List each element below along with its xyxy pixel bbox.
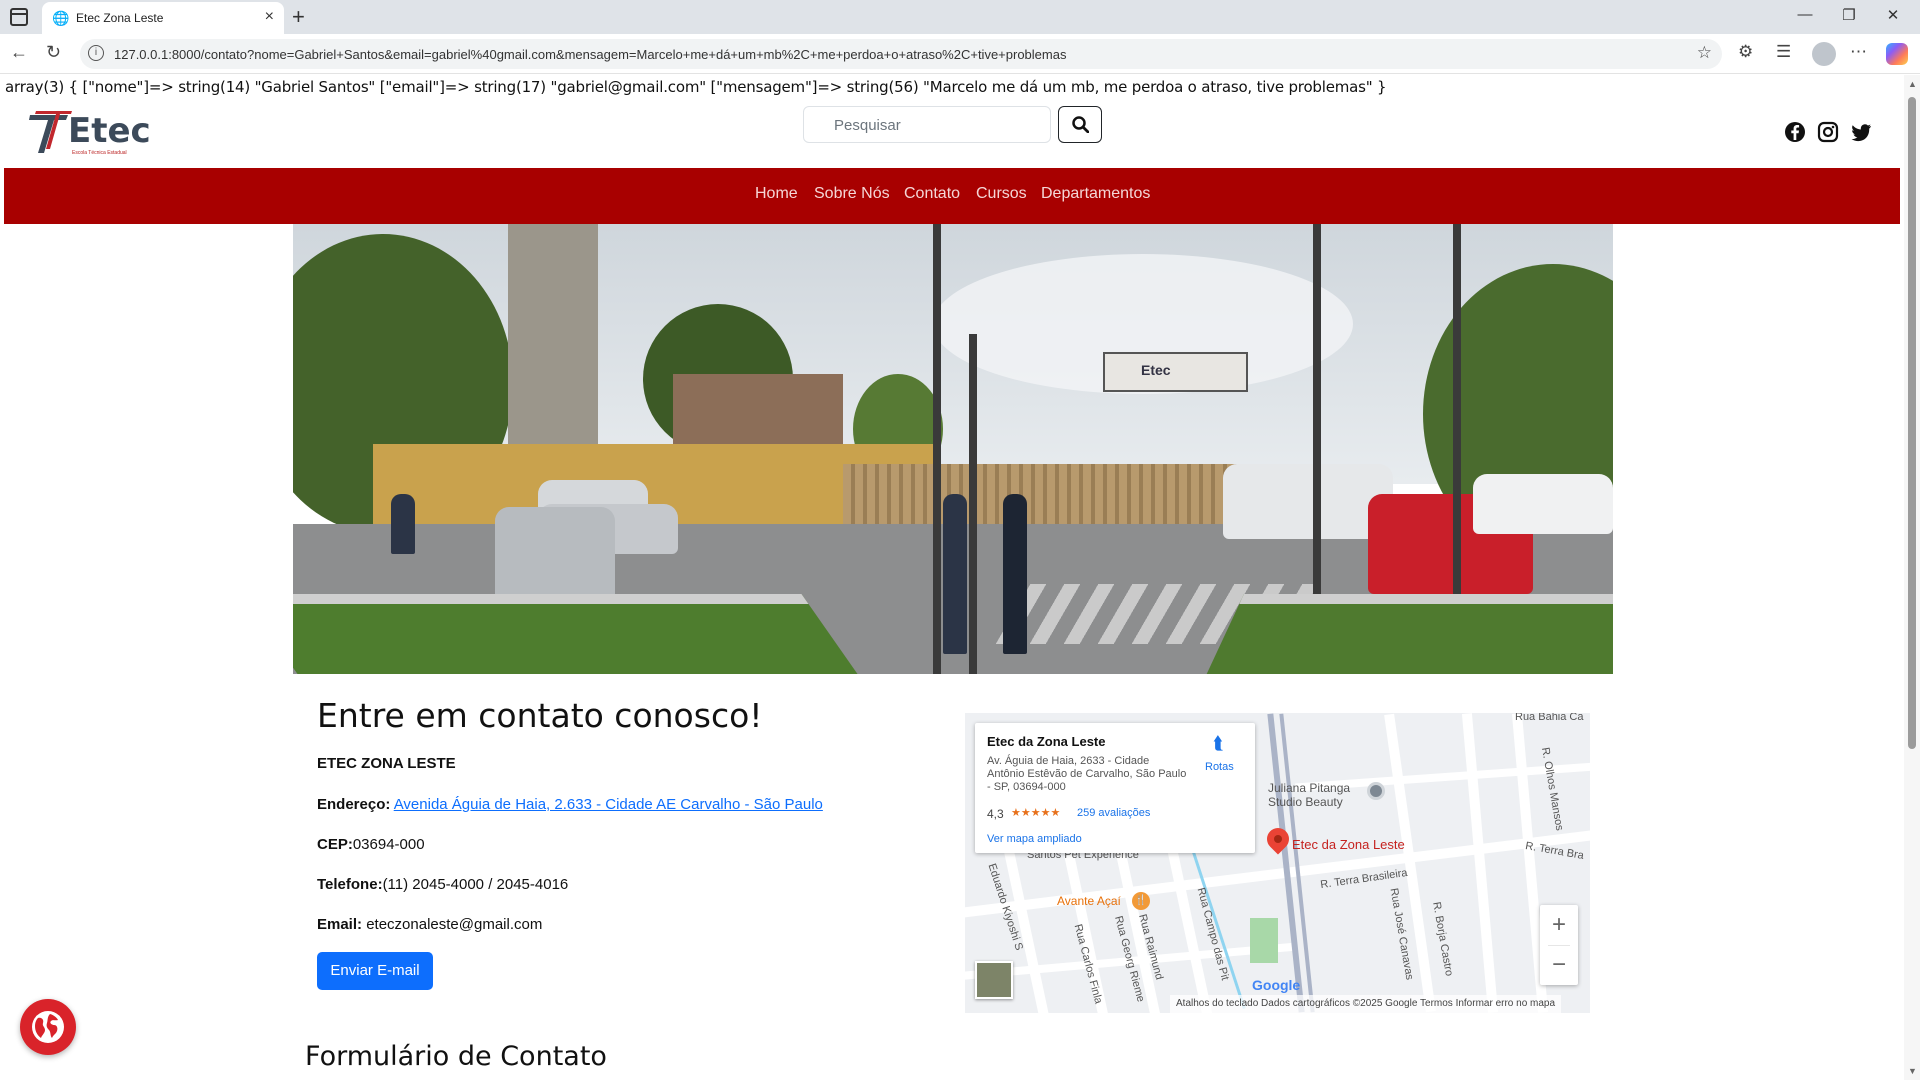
nav-departamentos[interactable]: Departamentos <box>1041 185 1150 203</box>
search-placeholder: Pesquisar <box>834 117 901 134</box>
page-scrollbar[interactable]: ▲ ▼ <box>1904 75 1920 1080</box>
nav-contato[interactable]: Contato <box>904 185 960 203</box>
nav-cursos[interactable]: Cursos <box>976 185 1027 203</box>
browser-tab[interactable]: 🌐 Etec Zona Leste × <box>42 2 284 34</box>
directions-link[interactable]: Rotas <box>1205 761 1234 773</box>
map-street-label: Rua Bahia Ca <box>1515 713 1584 723</box>
phone-value: (11) 2045-4000 / 2045-4016 <box>382 876 569 893</box>
map-street-label: R. Borja Castro <box>1430 900 1456 978</box>
nav-home[interactable]: Home <box>755 185 798 203</box>
logo-text: Etec <box>68 111 151 151</box>
tab-title: Etec Zona Leste <box>76 11 164 25</box>
address-link[interactable]: Avenida Águia de Haia, 2.633 - Cidade AE… <box>394 796 823 813</box>
scrollbar-thumb[interactable] <box>1908 97 1916 749</box>
restaurant-icon[interactable]: 🍴 <box>1132 892 1150 910</box>
send-email-button[interactable]: Enviar E-mail <box>317 952 433 990</box>
reload-icon[interactable]: ↻ <box>46 42 61 63</box>
map-poi-label[interactable]: Juliana Pitanga Studio Beauty <box>1268 781 1368 809</box>
map-satellite-toggle[interactable] <box>975 961 1013 999</box>
extensions-icon[interactable]: ⚙ <box>1738 42 1753 62</box>
twitter-icon[interactable] <box>1850 121 1872 143</box>
map-attribution[interactable]: Atalhos do teclado Dados cartográficos ©… <box>1170 995 1562 1013</box>
search-button[interactable] <box>1058 106 1102 143</box>
profile-avatar[interactable] <box>1812 42 1836 66</box>
map-place-card: Etec da Zona Leste Av. Águia de Haia, 26… <box>975 723 1255 853</box>
map-reviews-link[interactable]: 259 avaliações <box>1077 807 1150 819</box>
map-pin-icon[interactable] <box>1262 823 1294 855</box>
address-label: Endereço: <box>317 796 391 813</box>
new-tab-icon[interactable]: + <box>292 4 305 30</box>
map-poi-label[interactable]: Avante Açaí <box>1057 894 1121 908</box>
map-rating: 4,3 <box>987 807 1004 821</box>
search-icon <box>1072 116 1089 133</box>
favorite-star-icon[interactable]: ☆ <box>1697 43 1712 63</box>
more-menu-icon[interactable]: ⋯ <box>1850 42 1867 62</box>
map-place-address: Av. Águia de Haia, 2633 - Cidade Antônio… <box>987 755 1187 793</box>
form-title: Formulário de Contato <box>305 1041 607 1072</box>
hero-sign: Etec <box>1103 352 1248 392</box>
map-zoom-controls: + − <box>1540 905 1578 985</box>
close-window-icon[interactable]: ✕ <box>1878 6 1908 24</box>
scroll-down-icon[interactable]: ▼ <box>1908 1066 1917 1076</box>
embedded-map[interactable]: R. Terra Brasileira R. Terra Bra Rua Jos… <box>965 713 1590 1013</box>
map-street-label: R. Olhos Mansos <box>1538 746 1566 832</box>
etec-logo[interactable]: Etec Escola Técnica Estadual <box>28 109 153 156</box>
instagram-icon[interactable] <box>1817 121 1839 143</box>
browser-tab-strip: 🌐 Etec Zona Leste × + — ❐ ✕ <box>0 0 1920 34</box>
globe-icon: 🌐 <box>52 10 70 26</box>
address-bar[interactable]: i 127.0.0.1:8000/contato?nome=Gabriel+Sa… <box>80 39 1722 69</box>
facebook-icon[interactable] <box>1784 121 1806 143</box>
favorites-icon[interactable]: ☰ <box>1776 42 1791 62</box>
browser-toolbar: ← ↻ i 127.0.0.1:8000/contato?nome=Gabrie… <box>0 34 1920 74</box>
directions-icon[interactable]: ⮬ <box>1213 733 1224 754</box>
star-rating-icon: ★★★★★ <box>1011 807 1061 819</box>
zoom-out-button[interactable]: − <box>1540 945 1578 985</box>
hero-sign-text: Etec <box>1141 362 1171 378</box>
google-logo: Google <box>1252 977 1301 993</box>
map-place-name: Etec da Zona Leste <box>987 734 1106 749</box>
close-tab-icon[interactable]: × <box>265 8 274 26</box>
url-text[interactable]: 127.0.0.1:8000/contato?nome=Gabriel+Sant… <box>114 47 1066 62</box>
etec-logo-mark <box>29 111 72 153</box>
email-value: eteczonaleste@gmail.com <box>366 916 543 933</box>
map-pin-label[interactable]: Etec da Zona Leste <box>1292 837 1405 852</box>
debug-var-dump: array(3) { ["nome"]=> string(14) "Gabrie… <box>5 78 1387 96</box>
cep-line: CEP:03694-000 <box>317 836 425 853</box>
site-info-icon[interactable]: i <box>88 45 104 61</box>
cep-label: CEP: <box>317 836 353 853</box>
scroll-up-icon[interactable]: ▲ <box>1908 79 1917 89</box>
logo-subtext: Escola Técnica Estadual <box>72 150 127 156</box>
globe-icon <box>32 1011 64 1043</box>
phone-line: Telefone:(11) 2045-4000 / 2045-4016 <box>317 876 568 893</box>
cep-value: 03694-000 <box>352 836 425 853</box>
main-navigation: Home Sobre Nós Contato Cursos Departamen… <box>4 168 1900 224</box>
copilot-icon[interactable] <box>1886 43 1908 65</box>
contact-title: Entre em contato conosco! <box>317 696 763 735</box>
back-icon[interactable]: ← <box>10 42 28 63</box>
beauty-salon-icon[interactable] <box>1367 782 1385 800</box>
address-line: Endereço: Avenida Águia de Haia, 2.633 -… <box>317 796 823 813</box>
school-name: ETEC ZONA LESTE <box>317 755 456 772</box>
zoom-in-button[interactable]: + <box>1540 905 1578 945</box>
restore-icon[interactable]: ❐ <box>1834 6 1864 24</box>
page-viewport: array(3) { ["nome"]=> string(14) "Gabrie… <box>0 75 1904 1080</box>
minimize-icon[interactable]: — <box>1790 6 1820 23</box>
email-line: Email: eteczonaleste@gmail.com <box>317 916 542 933</box>
nav-sobre-nos[interactable]: Sobre Nós <box>814 185 890 203</box>
tab-actions-icon[interactable] <box>10 8 28 26</box>
search-input[interactable]: Pesquisar <box>803 106 1051 143</box>
translate-globe-button[interactable] <box>20 999 76 1055</box>
phone-label: Telefone: <box>317 876 383 893</box>
view-larger-map-link[interactable]: Ver mapa ampliado <box>987 833 1082 845</box>
email-label: Email: <box>317 916 363 933</box>
hero-photo: Etec <box>293 224 1613 674</box>
